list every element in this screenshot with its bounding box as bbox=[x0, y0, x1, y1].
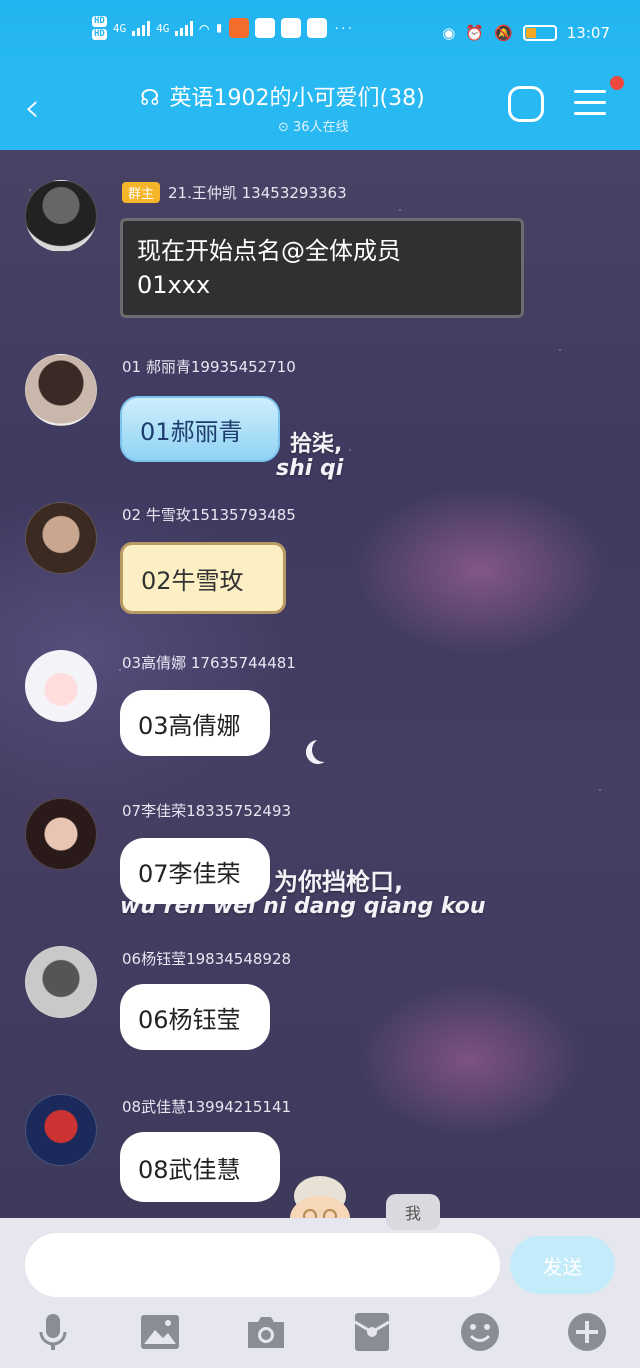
message-bubble[interactable]: 现在开始点名@全体成员 01xxx bbox=[120, 218, 524, 318]
online-count[interactable]: ⊙ 36人在线 bbox=[278, 116, 349, 135]
message-bubble[interactable]: 02牛雪玫 bbox=[120, 542, 286, 614]
chat-area[interactable]: 拾柒, shi qi 为你挡枪口, wu ren wei ni dang qia… bbox=[0, 150, 640, 1218]
more-notifications: ··· bbox=[333, 21, 354, 35]
sender-name: 08武佳慧13994215141 bbox=[122, 1098, 292, 1116]
hand-gesture-icon[interactable] bbox=[508, 86, 544, 122]
avatar[interactable] bbox=[25, 180, 97, 252]
network-type-2: 4G bbox=[156, 21, 170, 35]
sender-name: 02 牛雪玫15135793485 bbox=[122, 506, 296, 524]
menu-icon[interactable] bbox=[574, 90, 606, 123]
alarm-icon: ⏰ bbox=[465, 24, 485, 42]
app-icon-4 bbox=[307, 18, 328, 38]
sender-name: 06杨钰莹19834548928 bbox=[122, 950, 292, 968]
message-bubble[interactable]: 08武佳慧 bbox=[120, 1132, 280, 1202]
hd-label-1: HD bbox=[92, 16, 107, 27]
signal-icon bbox=[132, 20, 151, 36]
sim-icon: ▮ bbox=[214, 20, 224, 36]
notification-dot bbox=[610, 76, 624, 90]
lyric-line-2: 为你挡枪口, bbox=[274, 868, 404, 896]
input-toolbar bbox=[0, 1310, 640, 1360]
lyric-line-1: 拾柒, bbox=[290, 432, 343, 457]
avatar[interactable] bbox=[25, 650, 97, 722]
message-text: 01xxx bbox=[137, 271, 211, 299]
emoji-icon[interactable] bbox=[458, 1310, 502, 1354]
owner-badge: 群主 bbox=[122, 182, 161, 203]
message-bubble[interactable]: 07李佳荣 bbox=[120, 838, 270, 904]
lyric-line-1-pinyin: shi qi bbox=[276, 456, 344, 481]
status-left: HD HD 4G 4G ◠ ▮ ··· bbox=[92, 16, 353, 40]
me-label[interactable]: 我 bbox=[386, 1194, 440, 1230]
sender-name: 03高倩娜 17635744481 bbox=[122, 654, 296, 672]
camera-icon[interactable] bbox=[244, 1310, 288, 1354]
app-icon-3 bbox=[281, 18, 302, 38]
back-button[interactable]: ‹ bbox=[24, 88, 40, 128]
sender-name: 01 郝丽青19935452710 bbox=[122, 358, 296, 376]
avatar[interactable] bbox=[25, 1094, 97, 1166]
group-name: 英语1902的小可爱们(38) bbox=[169, 86, 425, 111]
app-icon-1 bbox=[229, 18, 250, 38]
clock: 13:07 bbox=[566, 24, 610, 42]
message-input[interactable] bbox=[25, 1233, 500, 1297]
message-bubble[interactable]: 01郝丽青 bbox=[120, 396, 280, 462]
send-button[interactable]: 发送 bbox=[510, 1236, 615, 1294]
eye-icon: ◉ bbox=[442, 24, 456, 42]
input-bar: 我 发送 bbox=[0, 1194, 640, 1368]
sender-name: 群主 21.王仲凯 13453293363 bbox=[122, 182, 347, 203]
message-text: 现在开始点名@全体成员 bbox=[137, 237, 401, 265]
status-bar: HD HD 4G 4G ◠ ▮ ··· ◉ ⏰ 🔕 13:07 bbox=[0, 0, 640, 74]
image-icon[interactable] bbox=[138, 1310, 182, 1354]
hd-indicator: HD HD bbox=[92, 16, 107, 40]
status-right: ◉ ⏰ 🔕 13:07 bbox=[442, 24, 610, 42]
hd-label-2: HD bbox=[92, 29, 107, 40]
microphone-icon[interactable] bbox=[31, 1310, 75, 1354]
battery-icon bbox=[522, 25, 557, 41]
message-bubble[interactable]: 06杨钰莹 bbox=[120, 984, 270, 1050]
avatar[interactable] bbox=[25, 798, 97, 870]
group-title[interactable]: ☊ 英语1902的小可爱们(38) bbox=[140, 80, 425, 112]
avatar[interactable] bbox=[25, 354, 97, 426]
network-type-1: 4G bbox=[112, 21, 127, 35]
sender-name: 07李佳荣18335752493 bbox=[122, 802, 292, 820]
ear-icon[interactable]: ☊ bbox=[140, 86, 160, 111]
avatar[interactable] bbox=[25, 502, 97, 574]
plus-icon[interactable] bbox=[565, 1310, 609, 1354]
signal-icon-2 bbox=[175, 20, 194, 36]
mute-icon: 🔕 bbox=[494, 24, 513, 42]
message-bubble[interactable]: 03高倩娜 bbox=[120, 690, 270, 756]
red-packet-icon[interactable] bbox=[350, 1310, 394, 1354]
wifi-icon: ◠ bbox=[199, 18, 209, 38]
chat-header: ‹ ☊ 英语1902的小可爱们(38) ⊙ 36人在线 bbox=[0, 74, 640, 150]
app-icon-2 bbox=[255, 18, 276, 38]
avatar[interactable] bbox=[25, 946, 97, 1018]
